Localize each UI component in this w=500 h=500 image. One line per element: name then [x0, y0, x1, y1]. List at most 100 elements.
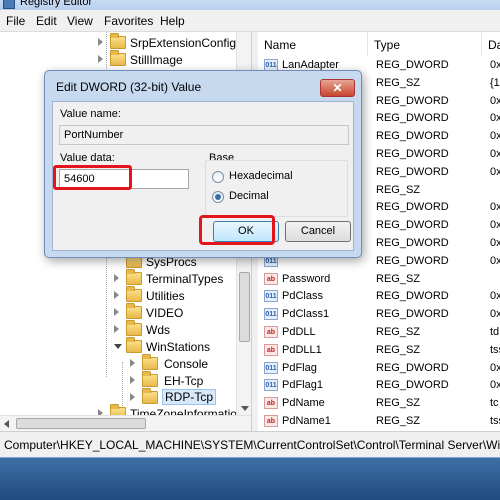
- value-data: 0x: [490, 130, 500, 143]
- value-data-label: Value data:: [60, 152, 115, 164]
- expand-arrow-icon[interactable]: [98, 38, 103, 46]
- value-type: REG_DWORD: [376, 219, 449, 232]
- value-row[interactable]: 011 PdClass REG_DWORD 0x: [258, 288, 500, 305]
- expand-arrow-icon[interactable]: [114, 325, 119, 333]
- tree-item-label: Utilities: [146, 289, 185, 303]
- value-data: 0x: [490, 379, 500, 392]
- expand-arrow-icon[interactable]: [130, 393, 135, 401]
- string-value-icon: ab: [264, 343, 278, 356]
- expand-arrow-icon[interactable]: [130, 359, 135, 367]
- value-data: 0x: [490, 290, 500, 303]
- tree-item-label: VIDEO: [146, 306, 184, 320]
- value-row[interactable]: ab Password REG_SZ: [258, 271, 500, 288]
- folder-icon: [126, 320, 142, 336]
- tree-item-terminaltypes[interactable]: TerminalTypes: [114, 269, 234, 287]
- value-type: REG_DWORD: [376, 148, 449, 160]
- tree-item-console[interactable]: Console: [130, 354, 234, 372]
- column-header-type[interactable]: Type: [368, 32, 482, 56]
- tree-item-winstations[interactable]: WinStations: [114, 337, 234, 355]
- decimal-label[interactable]: Decimal: [229, 190, 269, 202]
- tree-item-stillimage[interactable]: StillImage: [98, 50, 238, 68]
- close-icon[interactable]: ✕: [320, 79, 355, 97]
- binary-value-icon: 011: [264, 290, 278, 303]
- expand-arrow-icon[interactable]: [114, 291, 119, 299]
- value-data-highlight: [53, 165, 132, 190]
- value-data: tss: [490, 415, 500, 427]
- menu-edit[interactable]: Edit: [36, 14, 57, 28]
- value-name: PdFlag: [282, 361, 317, 374]
- value-name: PdClass1: [282, 308, 330, 321]
- dialog-title: Edit DWORD (32-bit) Value: [56, 80, 202, 94]
- value-data: 0x: [490, 94, 500, 107]
- binary-value-icon: 011: [264, 308, 278, 321]
- value-name-field: PortNumber: [59, 125, 349, 145]
- value-type: REG_DWORD: [376, 112, 449, 125]
- decimal-radio[interactable]: [212, 191, 224, 203]
- tree-item-eh-tcp[interactable]: EH-Tcp: [130, 371, 234, 389]
- menu-view[interactable]: View: [67, 14, 93, 28]
- value-data: td: [490, 326, 500, 338]
- menu-help[interactable]: Help: [160, 14, 185, 28]
- value-row[interactable]: ab PdName REG_SZ tc: [258, 395, 500, 412]
- value-type: REG_DWORD: [376, 201, 449, 214]
- tree-item-label: WinStations: [146, 340, 211, 354]
- hexadecimal-radio[interactable]: [212, 171, 224, 183]
- tree-horizontal-scrollbar[interactable]: [0, 415, 251, 431]
- value-data: 0x: [490, 165, 500, 178]
- menu-favorites[interactable]: Favorites: [104, 14, 153, 28]
- hexadecimal-label[interactable]: Hexadecimal: [229, 170, 293, 182]
- column-header-name[interactable]: Name: [258, 32, 368, 56]
- value-row[interactable]: 011 PdFlag1 REG_DWORD 0x: [258, 377, 500, 394]
- scroll-down-arrow-icon[interactable]: [241, 406, 249, 411]
- value-data: 0x: [490, 308, 500, 321]
- scrollbar-thumb[interactable]: [16, 418, 146, 429]
- ok-button-highlight: [199, 215, 275, 245]
- expand-arrow-icon[interactable]: [130, 376, 135, 384]
- tree-item-wds[interactable]: Wds: [114, 320, 234, 338]
- value-name: PdClass: [282, 290, 323, 303]
- value-data: {1: [490, 76, 500, 89]
- value-name: PdDLL1: [282, 343, 322, 356]
- expand-arrow-icon[interactable]: [98, 55, 103, 63]
- title-bar: Registry Editor: [0, 0, 500, 10]
- tree-item-rdp-tcp[interactable]: RDP-Tcp: [130, 388, 234, 406]
- value-name: PdFlag1: [282, 379, 323, 392]
- value-type: REG_DWORD: [376, 361, 449, 374]
- value-data: tc: [490, 397, 499, 410]
- folder-icon: [110, 50, 126, 66]
- scroll-left-arrow-icon[interactable]: [4, 420, 9, 428]
- window-title: Registry Editor: [20, 0, 93, 8]
- value-name-label: Value name:: [60, 108, 121, 120]
- expand-arrow-icon[interactable]: [114, 308, 119, 316]
- folder-icon: [126, 303, 142, 319]
- folder-icon: [126, 337, 142, 353]
- collapse-arrow-icon[interactable]: [114, 344, 122, 349]
- value-type: REG_SZ: [376, 415, 421, 427]
- string-value-icon: ab: [264, 326, 278, 338]
- string-value-icon: ab: [264, 272, 278, 285]
- tree-item-utilities[interactable]: Utilities: [114, 286, 234, 304]
- value-type: REG_SZ: [376, 272, 421, 285]
- folder-icon: [126, 286, 142, 302]
- value-type: REG_SZ: [376, 183, 421, 196]
- value-type: REG_DWORD: [376, 254, 449, 267]
- value-row[interactable]: 011 PdFlag REG_DWORD 0x: [258, 360, 500, 377]
- registry-editor-icon: [3, 0, 15, 9]
- tree-item-srpextensionconfig[interactable]: SrpExtensionConfig: [98, 33, 238, 51]
- value-name: Password: [282, 272, 331, 285]
- menu-bar: File Edit View Favorites Help: [0, 10, 500, 32]
- value-row[interactable]: ab PdName1 REG_SZ tss: [258, 413, 500, 430]
- value-data: 0x: [490, 219, 500, 232]
- menu-file[interactable]: File: [6, 14, 25, 28]
- column-header-data[interactable]: Da: [482, 32, 500, 56]
- tree-item-video[interactable]: VIDEO: [114, 303, 234, 321]
- value-row[interactable]: ab PdDLL1 REG_SZ tss: [258, 342, 500, 359]
- value-type: REG_DWORD: [376, 165, 449, 178]
- cancel-button[interactable]: Cancel: [285, 221, 351, 242]
- value-row[interactable]: 011 PdClass1 REG_DWORD 0x: [258, 306, 500, 323]
- expand-arrow-icon[interactable]: [114, 274, 119, 282]
- value-type: REG_DWORD: [376, 308, 449, 321]
- value-row[interactable]: ab PdDLL REG_SZ td: [258, 324, 500, 341]
- scrollbar-thumb[interactable]: [239, 272, 250, 342]
- tree-item-label: Wds: [146, 323, 170, 337]
